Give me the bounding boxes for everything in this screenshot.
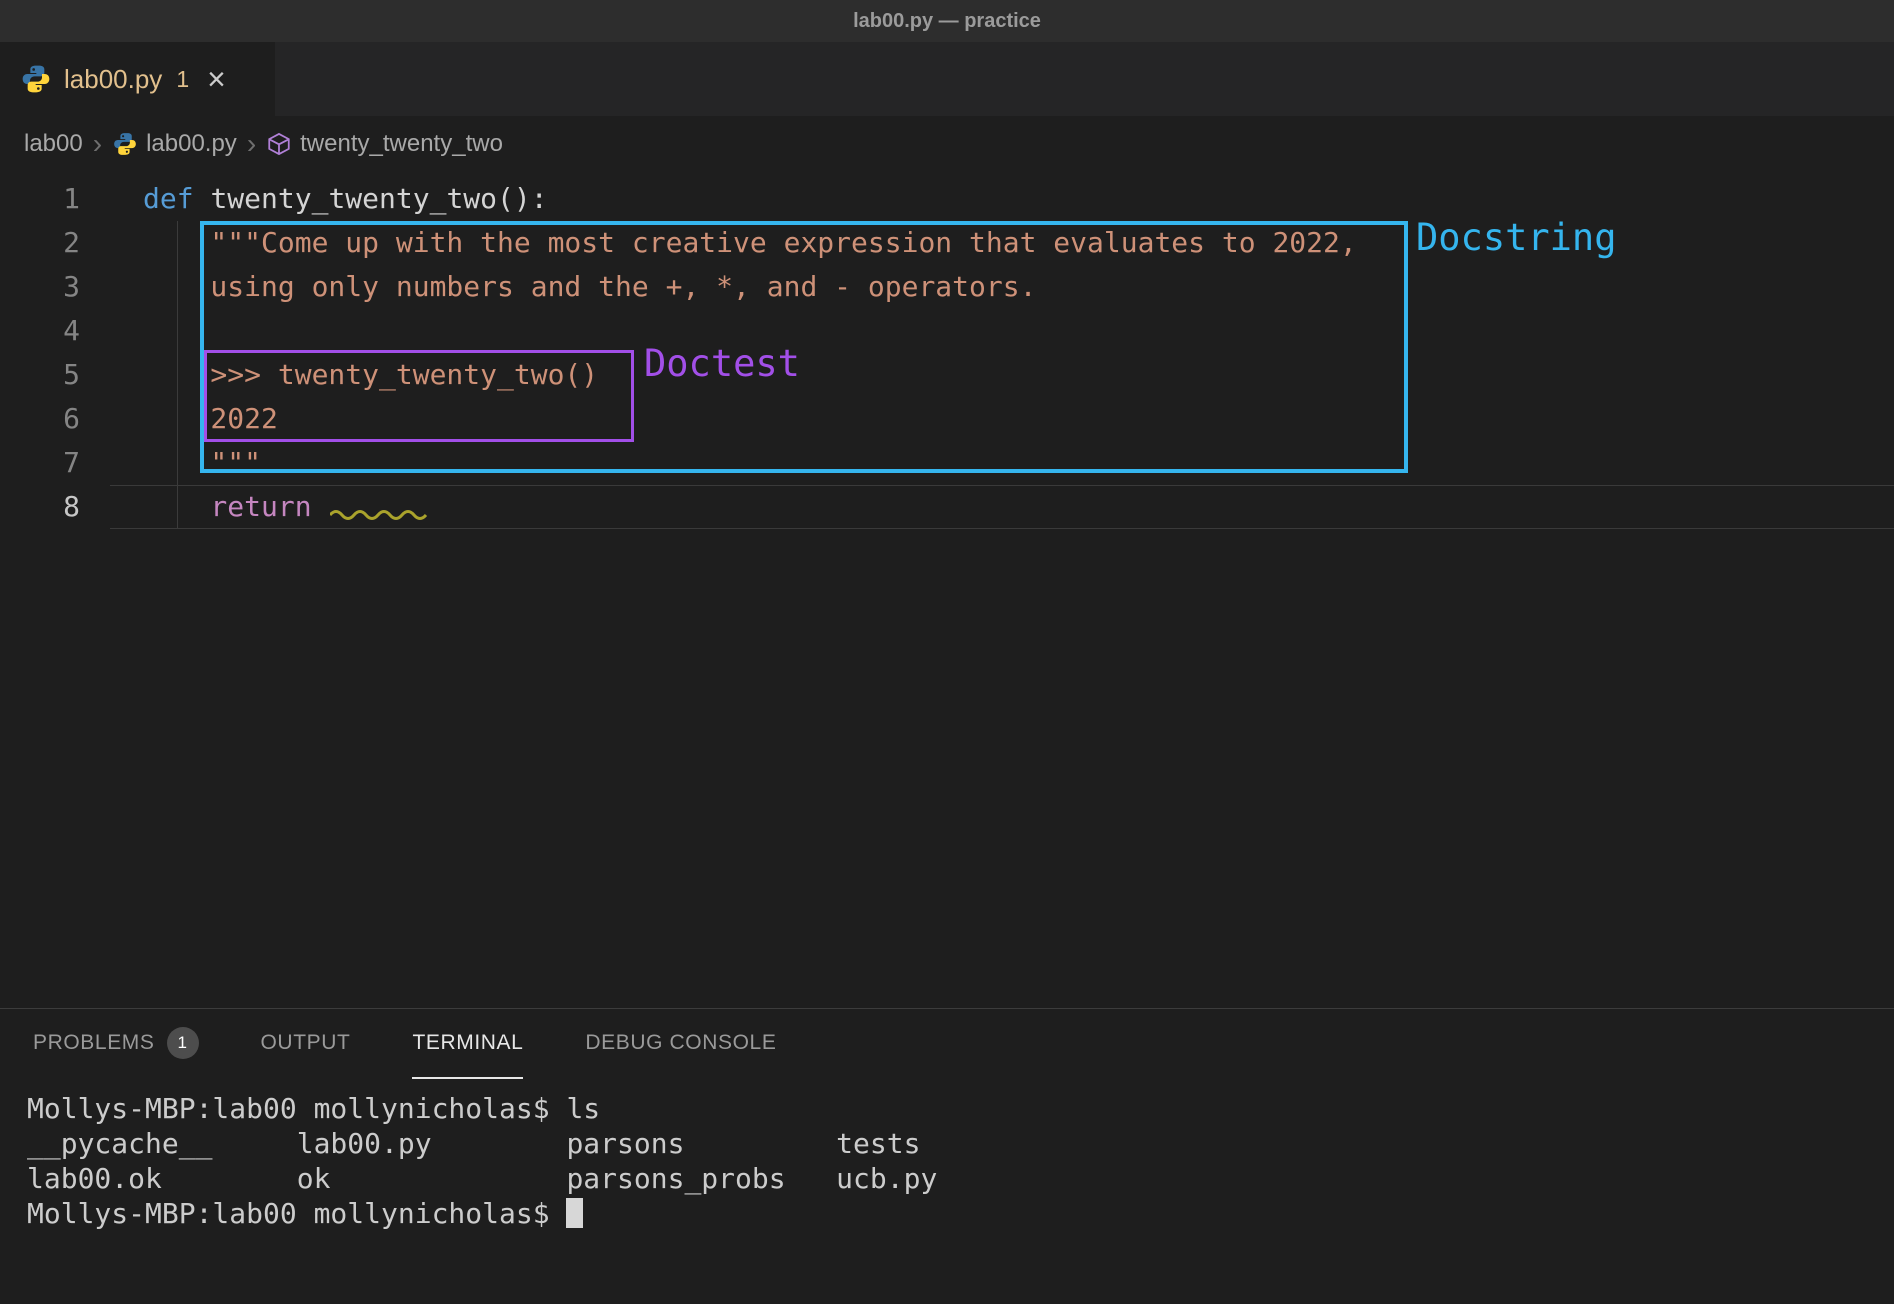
code-editor[interactable]: 1 def twenty_twenty_two(): 2 """Come up … <box>0 172 1894 1008</box>
code-line-3[interactable]: 3 using only numbers and the +, *, and -… <box>0 265 1894 309</box>
code-line-4[interactable]: 4 <box>0 309 1894 353</box>
window-title: lab00.py — practice <box>853 10 1041 33</box>
chevron-right-icon: › <box>247 128 256 160</box>
code-line-8[interactable]: 8 return <box>0 485 1894 529</box>
keyword-def: def <box>143 182 210 215</box>
code-text: def twenty_twenty_two(): <box>80 177 548 221</box>
terminal-line: Mollys-MBP:lab00 mollynicholas$ ls <box>27 1091 1894 1126</box>
code-line-7[interactable]: 7 """ <box>0 441 1894 485</box>
symbol-cube-icon <box>266 131 292 157</box>
warning-squiggle-icon <box>330 508 430 520</box>
code-line-5[interactable]: 5 >>> twenty_twenty_two() <box>0 353 1894 397</box>
python-icon <box>112 131 138 157</box>
docstring-text: using only numbers and the +, *, and - o… <box>80 265 1036 309</box>
line-number[interactable]: 6 <box>0 397 80 441</box>
line-number[interactable]: 7 <box>0 441 80 485</box>
line-number[interactable]: 4 <box>0 309 80 353</box>
breadcrumb: lab00 › lab00.py › twenty_twen <box>0 116 1894 172</box>
line-number[interactable]: 5 <box>0 353 80 397</box>
tab-output[interactable]: OUTPUT <box>261 1009 351 1079</box>
docstring-text <box>80 309 143 353</box>
line-number[interactable]: 8 <box>0 485 80 529</box>
panel-tab-bar: PROBLEMS 1 OUTPUT TERMINAL DEBUG CONSOLE <box>0 1009 1894 1079</box>
code-line-6[interactable]: 6 2022 <box>0 397 1894 441</box>
breadcrumb-folder[interactable]: lab00 <box>24 130 83 158</box>
terminal-prompt: Mollys-MBP:lab00 mollynicholas$ <box>27 1197 566 1230</box>
problems-label: PROBLEMS <box>33 1031 155 1055</box>
output-label: OUTPUT <box>261 1031 351 1055</box>
terminal-label: TERMINAL <box>412 1031 523 1055</box>
tab-debug-console[interactable]: DEBUG CONSOLE <box>585 1009 776 1079</box>
close-icon[interactable]: × <box>207 63 226 95</box>
titlebar: lab00.py — practice <box>0 0 1894 42</box>
code-line-1[interactable]: 1 def twenty_twenty_two(): <box>0 177 1894 221</box>
terminal-output[interactable]: Mollys-MBP:lab00 mollynicholas$ ls __pyc… <box>0 1079 1894 1231</box>
terminal-prompt-line: Mollys-MBP:lab00 mollynicholas$ <box>27 1196 1894 1231</box>
breadcrumb-folder-label: lab00 <box>24 130 83 158</box>
tab-terminal[interactable]: TERMINAL <box>412 1009 523 1079</box>
function-signature: twenty_twenty_two(): <box>210 182 547 215</box>
chevron-right-icon: › <box>93 128 102 160</box>
tab-lab00py[interactable]: lab00.py 1 × <box>0 42 275 116</box>
breadcrumb-file[interactable]: lab00.py <box>112 130 237 158</box>
python-icon <box>20 63 52 95</box>
docstring-text: """Come up with the most creative expres… <box>80 221 1357 265</box>
docstring-close-text: """ <box>80 441 261 485</box>
tab-label: lab00.py <box>64 64 162 95</box>
vscode-window: lab00.py — practice lab00.py 1 × lab00 › <box>0 0 1894 1304</box>
docstring-annotation-label: Docstring <box>1416 216 1616 259</box>
terminal-cursor <box>566 1198 583 1228</box>
tab-problems[interactable]: PROBLEMS 1 <box>33 1009 199 1079</box>
breadcrumb-symbol-label: twenty_twenty_two <box>300 130 503 158</box>
line-number[interactable]: 2 <box>0 221 80 265</box>
code-text: return <box>80 485 430 529</box>
problems-count-badge: 1 <box>167 1027 199 1059</box>
keyword-return: return <box>143 490 328 523</box>
terminal-line: lab00.ok ok parsons_probs ucb.py <box>27 1161 1894 1196</box>
tab-bar: lab00.py 1 × <box>0 42 1894 116</box>
debug-console-label: DEBUG CONSOLE <box>585 1031 776 1055</box>
line-number[interactable]: 1 <box>0 177 80 221</box>
breadcrumb-symbol[interactable]: twenty_twenty_two <box>266 130 503 158</box>
breadcrumb-file-label: lab00.py <box>146 130 237 158</box>
tab-problems-count: 1 <box>176 66 189 93</box>
terminal-line: __pycache__ lab00.py parsons tests <box>27 1126 1894 1161</box>
line-number[interactable]: 3 <box>0 265 80 309</box>
doctest-annotation-label: Doctest <box>644 342 800 385</box>
doctest-result-text: 2022 <box>80 397 278 441</box>
bottom-panel: PROBLEMS 1 OUTPUT TERMINAL DEBUG CONSOLE… <box>0 1008 1894 1304</box>
doctest-call-text: >>> twenty_twenty_two() <box>80 353 598 397</box>
